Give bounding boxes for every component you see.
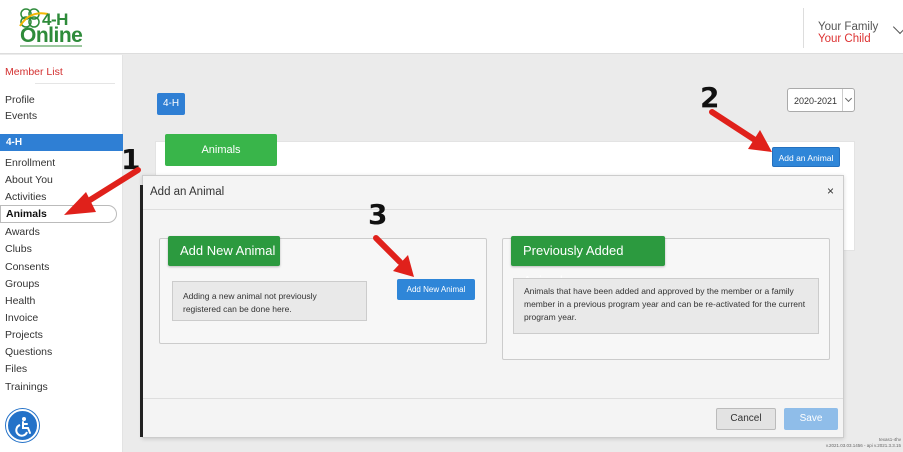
sidebar-item-profile[interactable]: Profile xyxy=(5,92,35,108)
cancel-button[interactable]: Cancel xyxy=(716,408,776,430)
sidebar-item-enrollment[interactable]: Enrollment xyxy=(5,155,55,171)
sidebar-item-events[interactable]: Events xyxy=(5,108,37,124)
annotation-number-3: 3 xyxy=(368,198,388,231)
wheelchair-icon xyxy=(14,416,31,437)
add-animal-modal: Add an Animal × Add New Animal Adding a … xyxy=(140,175,844,438)
sidebar-item-questions[interactable]: Questions xyxy=(5,344,52,360)
sidebar-item-activities[interactable]: Activities xyxy=(5,189,46,205)
chevron-down-icon xyxy=(842,89,854,111)
logo-tagline xyxy=(20,45,82,47)
sidebar-item-about-you[interactable]: About You xyxy=(5,172,53,188)
previously-added-description: Animals that have been added and approve… xyxy=(513,278,819,334)
sidebar-item-invoice[interactable]: Invoice xyxy=(5,310,38,326)
sidebar-item-health[interactable]: Health xyxy=(5,293,35,309)
sidebar-divider xyxy=(35,83,115,84)
add-new-animal-heading: Add New Animal xyxy=(168,236,280,266)
sidebar-item-awards[interactable]: Awards xyxy=(5,224,40,240)
annotation-number-1: 1 xyxy=(121,143,141,176)
sidebar-item-groups[interactable]: Groups xyxy=(5,276,39,292)
save-button[interactable]: Save xyxy=(784,408,838,430)
sidebar: Member List Profile Events 4-H Enrollmen… xyxy=(0,55,123,452)
child-name[interactable]: Your Child xyxy=(818,33,871,45)
sidebar-item-projects[interactable]: Projects xyxy=(5,327,43,343)
sidebar-item-clubs[interactable]: Clubs xyxy=(5,241,32,257)
modal-header: Add an Animal × xyxy=(143,176,843,210)
program-tab-4h[interactable]: 4-H xyxy=(157,93,185,115)
animals-tab[interactable]: Animals xyxy=(165,134,277,166)
modal-edge-marker xyxy=(140,185,143,437)
sidebar-program-header[interactable]: 4-H xyxy=(0,134,123,151)
sidebar-item-files[interactable]: Files xyxy=(5,361,27,377)
sidebar-item-member-list[interactable]: Member List xyxy=(5,64,63,80)
add-new-animal-button[interactable]: Add New Animal xyxy=(397,279,475,300)
version-string: v.2021.03.03.1456 - api v.2021.3.3.15 xyxy=(825,443,901,448)
add-an-animal-button[interactable]: Add an Animal xyxy=(772,147,840,167)
add-new-animal-description: Adding a new animal not previously regis… xyxy=(172,281,367,321)
version-footer: texas1-4hv v.2021.03.03.1456 - api v.202… xyxy=(826,437,901,449)
sidebar-item-consents[interactable]: Consents xyxy=(5,259,49,275)
year-select[interactable]: 2020-2021 xyxy=(787,88,855,112)
modal-title: Add an Animal xyxy=(150,186,225,198)
sidebar-item-animals[interactable]: Animals xyxy=(0,205,117,223)
chevron-down-icon[interactable] xyxy=(892,19,903,35)
year-select-value: 2020-2021 xyxy=(794,96,838,106)
annotation-number-2: 2 xyxy=(700,81,720,114)
family-name[interactable]: Your Family xyxy=(818,21,878,33)
modal-footer-divider xyxy=(143,398,843,399)
4h-online-logo[interactable]: 4-H Online xyxy=(18,8,88,48)
sidebar-item-trainings[interactable]: Trainings xyxy=(5,379,48,395)
accessibility-icon[interactable] xyxy=(6,409,39,442)
header-divider xyxy=(803,8,804,48)
top-bar: 4-H Online Your Family Your Child xyxy=(0,0,903,54)
previously-added-heading[interactable]: Previously Added Animals xyxy=(511,236,665,288)
close-icon[interactable]: × xyxy=(827,184,834,198)
